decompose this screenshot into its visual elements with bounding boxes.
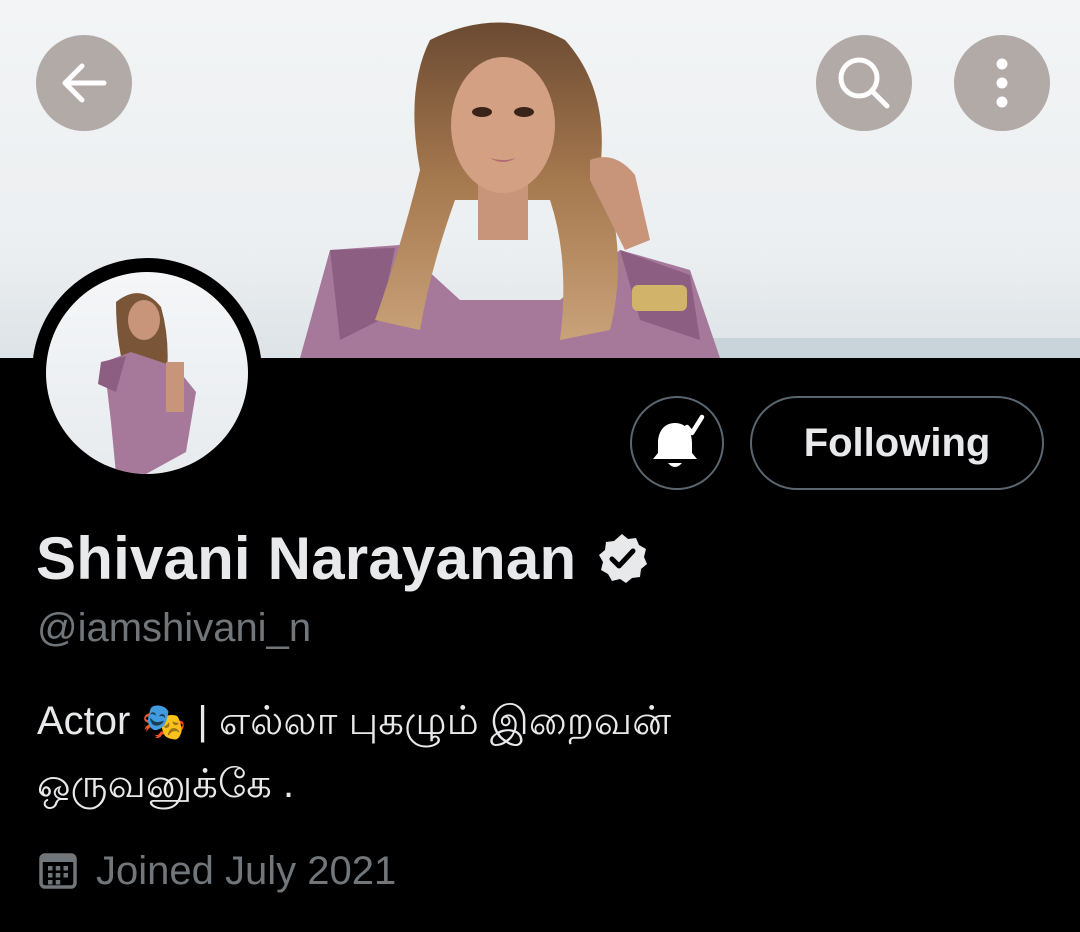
notifications-button[interactable] [630, 396, 724, 490]
calendar-icon [38, 851, 78, 891]
arrow-left-icon [62, 63, 107, 103]
bio-line2: ஒருவனுக்கே . [37, 762, 295, 806]
name-row: Shivani Narayanan [36, 522, 648, 594]
back-button[interactable] [36, 35, 132, 131]
more-options-button[interactable] [954, 35, 1050, 131]
performing-arts-emoji: 🎭 [141, 701, 187, 742]
more-vertical-icon [996, 58, 1008, 108]
search-button[interactable] [816, 35, 912, 131]
handle: @iamshivani_n [37, 606, 312, 650]
avatar[interactable] [32, 258, 262, 488]
bio-line1-prefix: Actor [37, 699, 142, 743]
following-button[interactable]: Following [750, 396, 1044, 490]
verified-badge-icon[interactable] [596, 532, 648, 584]
avatar-photo [46, 272, 248, 474]
bio-line1-suffix: | எல்லா புகழும் இறைவன் [186, 699, 671, 743]
following-label: Following [803, 420, 991, 465]
joined-date: Joined July 2021 [38, 840, 396, 902]
display-name: Shivani Narayanan [36, 524, 577, 592]
bell-subscribed-icon [653, 414, 705, 467]
bio: Actor 🎭 | எல்லா புகழும் இறைவன் ஒருவனுக்க… [37, 690, 937, 815]
joined-text: Joined July 2021 [96, 848, 397, 893]
search-icon [838, 57, 890, 109]
